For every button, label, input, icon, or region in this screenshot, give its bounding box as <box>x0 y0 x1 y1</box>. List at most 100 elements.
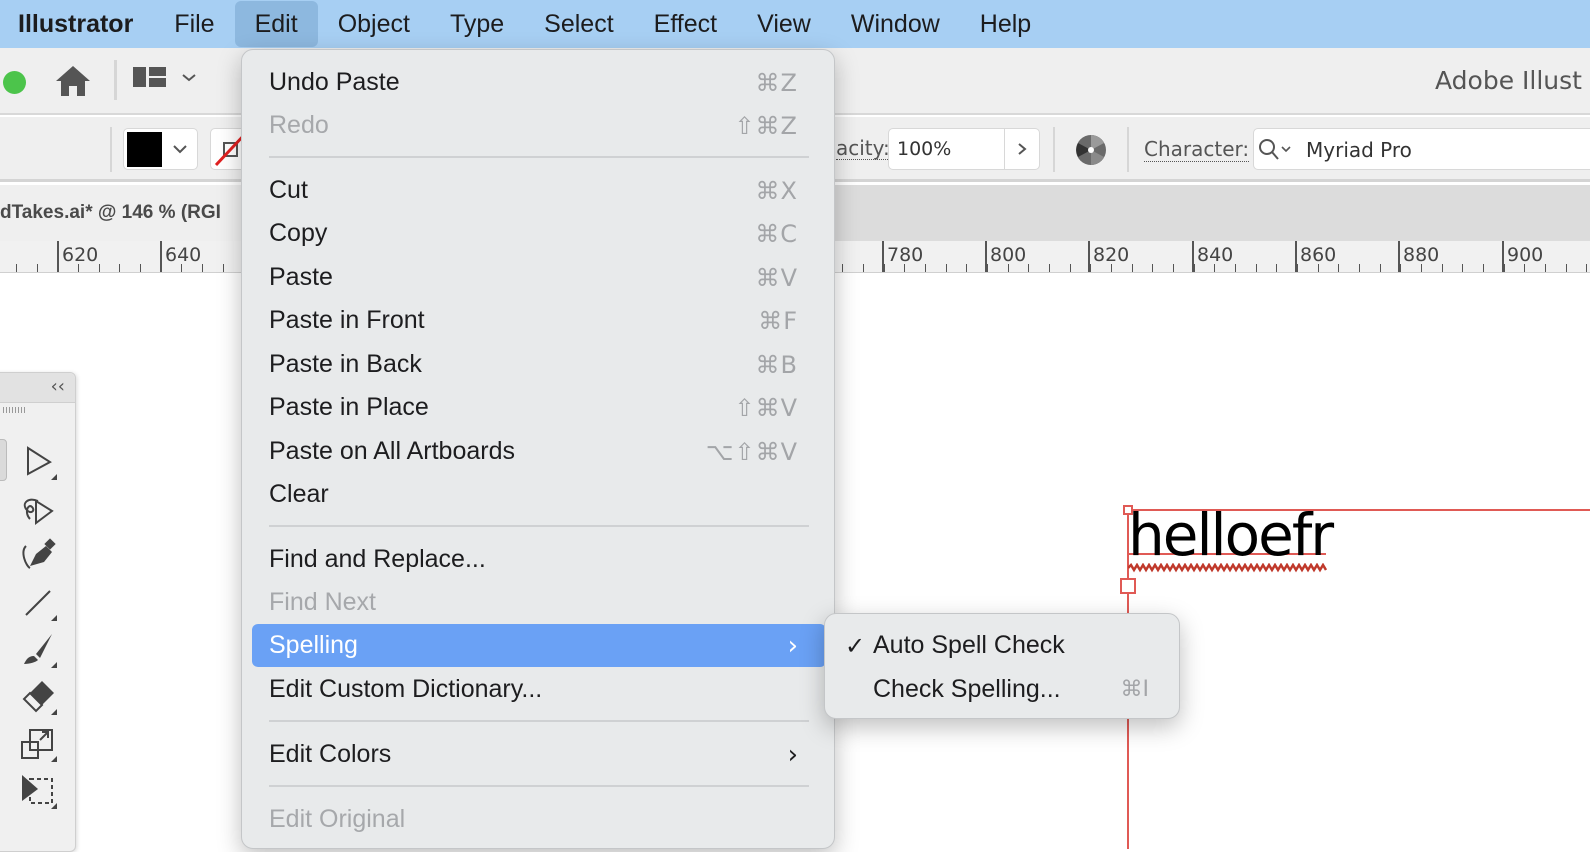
ruler-minor-tick <box>863 264 864 272</box>
menu-item-clear[interactable]: Clear <box>252 473 826 516</box>
ruler-minor-tick <box>99 264 100 272</box>
lasso-tool[interactable] <box>13 488 63 530</box>
document-tab[interactable]: dTakes.ai* @ 146 % (RGI <box>0 185 250 241</box>
macos-menu-bar: Illustrator File Edit Object Type Select… <box>0 0 1590 48</box>
direct-selection-tool[interactable] <box>13 441 63 483</box>
ruler-minor-tick <box>1049 264 1050 272</box>
shortcut-label: ⌘Z <box>755 68 798 97</box>
menu-item-paste-on-all-artboards[interactable]: Paste on All Artboards ⌥⇧⌘V <box>252 430 826 473</box>
menu-item-edit-colors[interactable]: Edit Colors › <box>252 733 826 776</box>
tool-selected-indicator <box>0 439 7 481</box>
paintbrush-tool[interactable] <box>13 629 63 671</box>
ruler-minor-tick <box>987 264 988 272</box>
home-icon <box>56 66 90 96</box>
menu-separator <box>269 156 809 158</box>
ruler-label: 800 <box>990 244 1027 266</box>
ruler-minor-tick <box>925 264 926 272</box>
eraser-tool[interactable] <box>13 676 63 718</box>
ruler-minor-tick <box>1421 264 1422 272</box>
menu-item-label: Paste <box>269 263 333 291</box>
menu-item-edit-custom-dictionary[interactable]: Edit Custom Dictionary... <box>252 668 826 711</box>
text-in-port-handle[interactable] <box>1120 578 1136 594</box>
ruler-minor-tick <box>78 264 79 272</box>
menu-item-label: Clear <box>269 480 329 508</box>
menu-type[interactable]: Type <box>430 1 524 47</box>
collapse-panel-icon[interactable]: ‹‹ <box>51 376 65 397</box>
ruler-minor-tick <box>119 264 120 272</box>
divider <box>1053 127 1055 172</box>
menu-item-find-and-replace[interactable]: Find and Replace... <box>252 538 826 581</box>
pen-tool[interactable] <box>13 535 63 577</box>
opacity-arrow-button[interactable] <box>1004 129 1040 169</box>
menu-item-undo-paste[interactable]: Undo Paste ⌘Z <box>252 61 826 104</box>
ruler-minor-tick <box>966 264 967 272</box>
shortcut-label: ⌥⇧⌘V <box>705 437 798 466</box>
shortcut-label: ⌘F <box>758 306 798 335</box>
menu-help[interactable]: Help <box>960 1 1051 47</box>
menu-item-cut[interactable]: Cut ⌘X <box>252 169 826 212</box>
panel-grip[interactable] <box>3 407 25 413</box>
character-label[interactable]: Character: <box>1144 137 1250 162</box>
artboard-tool[interactable] <box>13 770 63 812</box>
ruler-minor-tick <box>904 264 905 272</box>
ruler-minor-tick <box>1008 264 1009 272</box>
menu-item-label: Find Next <box>269 588 376 616</box>
ruler-minor-tick <box>1276 264 1277 272</box>
menu-separator <box>269 785 809 787</box>
tool-flyout-indicator <box>51 615 57 621</box>
opacity-field[interactable]: 100% <box>888 128 1040 170</box>
menu-item-label: Paste in Back <box>269 350 422 378</box>
line-segment-tool[interactable] <box>13 582 63 624</box>
font-family-field[interactable]: Myriad Pro <box>1253 128 1590 170</box>
menu-item-paste-in-back[interactable]: Paste in Back ⌘B <box>252 343 826 386</box>
menu-item-label: Paste in Front <box>269 306 425 334</box>
ruler-label: 820 <box>1093 244 1130 266</box>
menu-item-label: Check Spelling... <box>873 675 1061 703</box>
menu-item-paste[interactable]: Paste ⌘V <box>252 256 826 299</box>
menu-item-spelling[interactable]: Spelling › <box>252 624 826 667</box>
fill-color-dropdown[interactable] <box>123 128 198 170</box>
ruler-minor-tick <box>1297 264 1298 272</box>
text-object[interactable]: helloefr <box>1128 500 1334 570</box>
ruler-minor-tick <box>1586 264 1587 272</box>
divider <box>114 60 117 100</box>
ruler-minor-tick <box>1380 264 1381 272</box>
ruler-minor-tick <box>1462 264 1463 272</box>
ruler-label: 620 <box>62 244 99 266</box>
menu-file[interactable]: File <box>154 1 234 47</box>
tool-flyout-indicator <box>51 756 57 762</box>
checkmark-icon: ✓ <box>845 631 866 660</box>
menu-item-check-spelling[interactable]: Check Spelling... ⌘I <box>833 668 1173 711</box>
menu-item-copy[interactable]: Copy ⌘C <box>252 212 826 255</box>
divider <box>110 127 112 172</box>
tool-flyout-indicator <box>51 474 57 480</box>
menu-view[interactable]: View <box>737 1 831 47</box>
menu-select[interactable]: Select <box>524 1 633 47</box>
tools-panel: ‹‹ <box>0 372 76 852</box>
menu-item-paste-in-place[interactable]: Paste in Place ⇧⌘V <box>252 386 826 429</box>
shortcut-label: ⇧⌘Z <box>734 111 798 140</box>
ruler-minor-tick <box>1090 264 1091 272</box>
window-zoom-button[interactable] <box>3 71 26 94</box>
menu-app-illustrator[interactable]: Illustrator <box>0 1 154 47</box>
ruler-minor-tick <box>1028 264 1029 272</box>
menu-edit[interactable]: Edit <box>234 1 318 47</box>
menu-effect[interactable]: Effect <box>634 1 737 47</box>
ruler-label: 780 <box>887 244 924 266</box>
menu-item-paste-in-front[interactable]: Paste in Front ⌘F <box>252 299 826 342</box>
recolor-artwork-button[interactable] <box>1074 133 1108 167</box>
opacity-label[interactable]: acity: <box>836 137 890 160</box>
menu-object[interactable]: Object <box>318 1 430 47</box>
menu-item-label: Edit Custom Dictionary... <box>269 675 543 703</box>
workspace-layout-button[interactable] <box>132 66 202 96</box>
menu-separator <box>269 525 809 527</box>
scale-tool[interactable] <box>13 723 63 765</box>
tools-panel-header[interactable]: ‹‹ <box>0 373 75 403</box>
ruler-minor-tick <box>1545 264 1546 272</box>
tool-flyout-indicator <box>51 709 57 715</box>
search-icon[interactable] <box>1258 138 1298 162</box>
menu-window[interactable]: Window <box>831 1 960 47</box>
home-button[interactable] <box>54 64 92 98</box>
tool-flyout-indicator <box>51 662 57 668</box>
menu-item-auto-spell-check[interactable]: ✓ Auto Spell Check <box>833 624 1173 667</box>
